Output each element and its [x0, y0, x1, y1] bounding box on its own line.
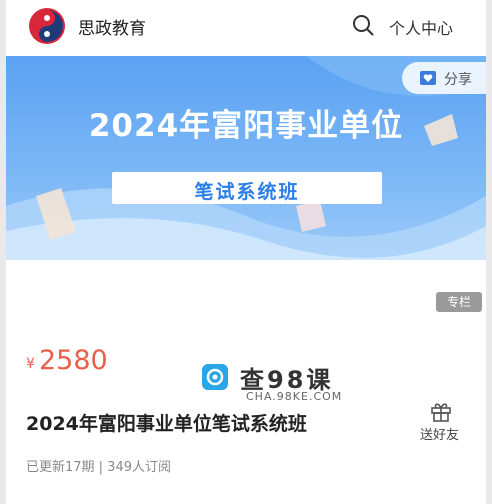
share-button[interactable]: 分享 — [402, 62, 486, 94]
page: 思政教育 个人中心 2024年富阳事业单位 笔试系统班 分享 专栏 ¥ 2580 — [6, 0, 486, 504]
logo — [29, 8, 65, 44]
course-title: 2024年富阳事业单位笔试系统班 — [26, 413, 307, 435]
price: 2580 — [39, 345, 108, 376]
heart-bookmark-icon — [420, 71, 436, 85]
personal-center-link[interactable]: 个人中心 — [389, 15, 453, 39]
gift-icon[interactable] — [430, 400, 452, 422]
banner-subtitle: 笔试系统班 — [194, 181, 300, 203]
gift-to-friend-button[interactable]: 送好友 — [420, 424, 459, 443]
brand-name[interactable]: 思政教育 — [78, 14, 146, 39]
update-subscribe-meta: 已更新17期 | 349人订阅 — [26, 460, 171, 475]
banner-title: 2024年富阳事业单位 — [88, 108, 404, 144]
share-label: 分享 — [444, 72, 472, 88]
header: 思政教育 个人中心 — [6, 0, 486, 56]
search-icon[interactable] — [352, 14, 374, 36]
watermark-domain: CHA.98KE.COM — [246, 390, 343, 403]
column-tag: 专栏 — [436, 292, 482, 312]
watermark-icon — [202, 364, 228, 390]
currency-symbol: ¥ — [26, 356, 35, 372]
